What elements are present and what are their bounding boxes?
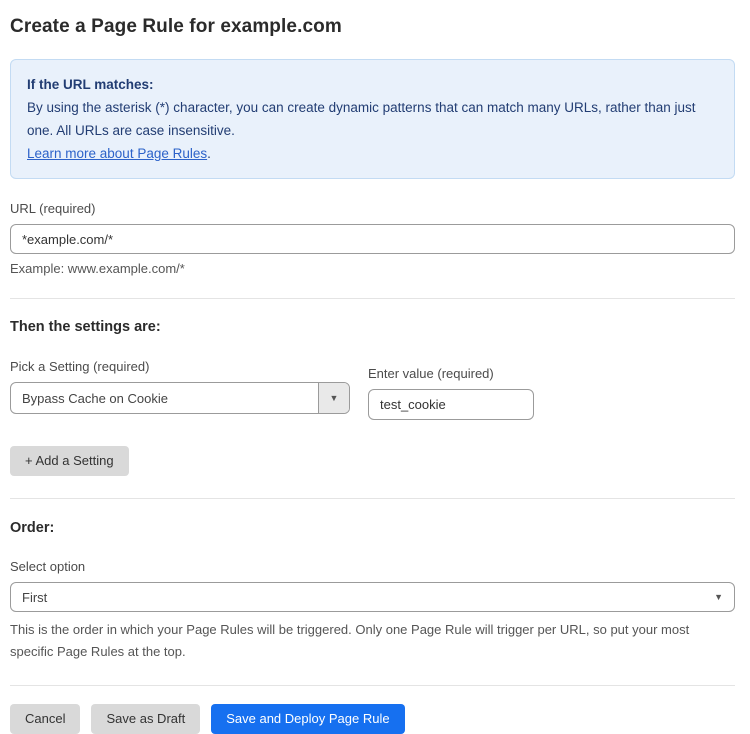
setting-value-column: Enter value (required) — [368, 366, 534, 420]
order-select[interactable]: First ▼ — [10, 582, 735, 612]
settings-section-heading: Then the settings are: — [10, 319, 735, 335]
order-helper-text: This is the order in which your Page Rul… — [10, 619, 735, 663]
setting-dropdown-arrow-button[interactable]: ▼ — [318, 383, 349, 413]
link-suffix: . — [207, 146, 211, 161]
setting-value-label: Enter value (required) — [368, 366, 534, 381]
order-select-value: First — [22, 590, 47, 605]
setting-picker-column: Pick a Setting (required) Bypass Cache o… — [10, 359, 350, 414]
setting-row: Pick a Setting (required) Bypass Cache o… — [10, 359, 735, 420]
save-and-deploy-button[interactable]: Save and Deploy Page Rule — [211, 704, 404, 734]
order-select-label: Select option — [10, 559, 735, 574]
create-page-rule-panel: Create a Page Rule for example.com If th… — [0, 0, 750, 734]
setting-picker-label: Pick a Setting (required) — [10, 359, 350, 374]
order-section-heading: Order: — [10, 520, 735, 536]
setting-dropdown-value: Bypass Cache on Cookie — [11, 383, 318, 413]
learn-more-link[interactable]: Learn more about Page Rules — [27, 146, 207, 161]
divider — [10, 498, 735, 499]
url-field-helper: Example: www.example.com/* — [10, 261, 735, 276]
chevron-down-icon: ▼ — [714, 593, 723, 602]
url-input[interactable] — [10, 224, 735, 254]
setting-dropdown[interactable]: Bypass Cache on Cookie ▼ — [10, 382, 350, 414]
url-field-label: URL (required) — [10, 201, 735, 216]
info-box-link-line: Learn more about Page Rules. — [27, 142, 718, 165]
cancel-button[interactable]: Cancel — [10, 704, 80, 734]
save-as-draft-button[interactable]: Save as Draft — [91, 704, 200, 734]
page-title: Create a Page Rule for example.com — [10, 16, 735, 38]
chevron-down-icon: ▼ — [330, 394, 339, 403]
divider — [10, 685, 735, 686]
setting-value-input[interactable] — [368, 389, 534, 420]
info-box-body: By using the asterisk (*) character, you… — [27, 96, 718, 142]
footer-button-row: Cancel Save as Draft Save and Deploy Pag… — [10, 704, 735, 734]
divider — [10, 298, 735, 299]
url-match-info-box: If the URL matches: By using the asteris… — [10, 59, 735, 179]
info-box-heading: If the URL matches: — [27, 73, 718, 96]
add-setting-button[interactable]: + Add a Setting — [10, 446, 129, 476]
